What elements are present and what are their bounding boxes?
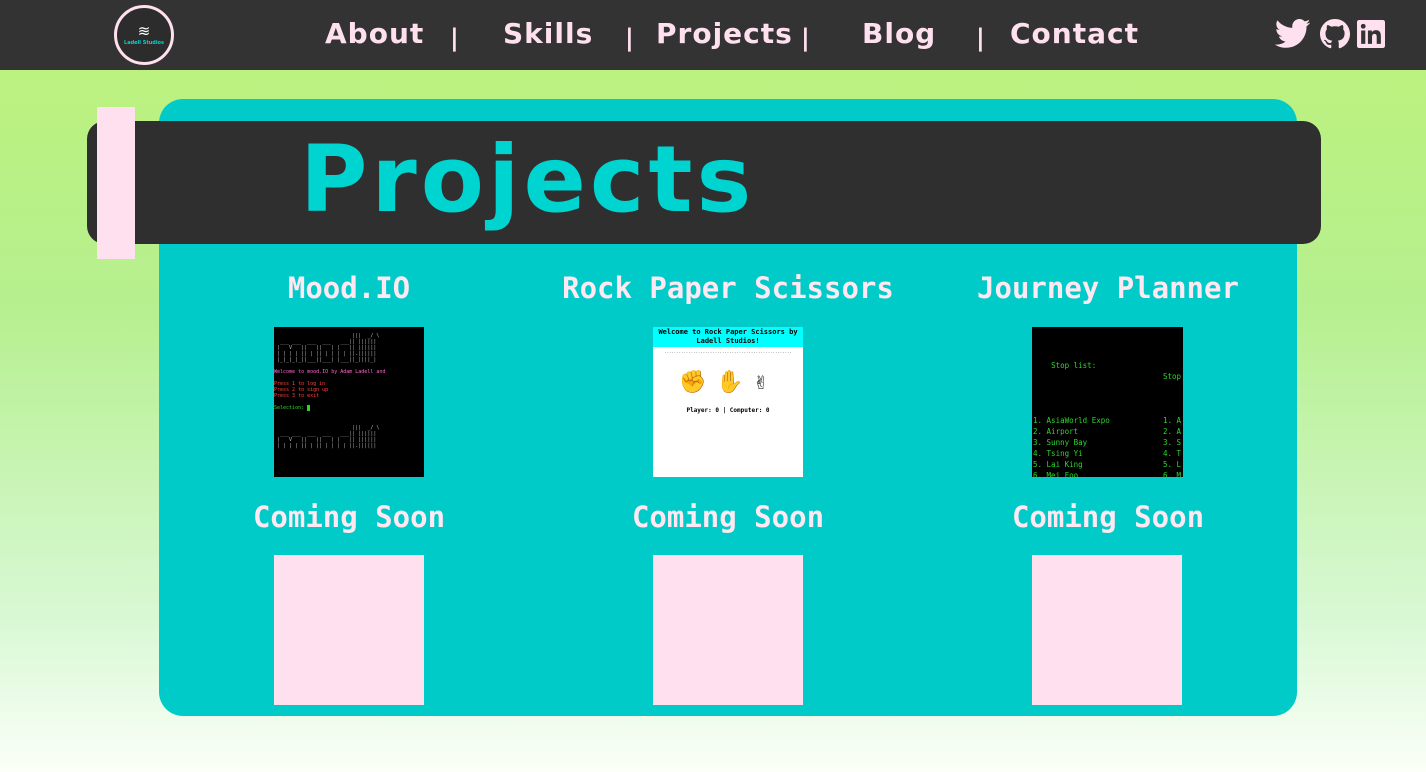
journey-planner-thumbnail[interactable]: Stop list: Stop 1. AsiaWorld Expo 1. A 2. … [1032,327,1183,477]
rps-instructions: ········································… [664,350,792,355]
nav-link-blog[interactable]: Blog [862,14,936,54]
nav-separator: | [450,24,459,52]
project-title: Coming Soon [631,500,825,534]
mood-welcome: Welcome to mood.IO by Adam Ladell and [274,369,386,375]
nav-link-about[interactable]: About [325,14,424,54]
project-title: Coming Soon [1011,500,1205,534]
project-card-title: Journey Planner [918,268,1298,308]
rps-score: Player: 0 | Computer: 0 [686,407,770,414]
mood-prompt: Selection: [274,405,305,411]
journey-stop: 3. Sunny Bay 3. S [1033,438,1182,447]
journey-stop-list: 1. AsiaWorld Expo 1. A 2. Airport 2. A 3. Su… [1033,415,1183,477]
journey-stop: 1. AsiaWorld Expo 1. A [1033,416,1182,425]
navbar: ≋ Ladell Studios About | Skills | Projec… [0,0,1426,70]
project-card-title: Coming Soon [918,497,1298,537]
project-title: Rock Paper Scissors [562,271,894,305]
project-title: Coming Soon [252,500,446,534]
nav-link-projects[interactable]: Projects [656,14,793,54]
project-title: Journey Planner [977,271,1239,305]
mood-io-thumbnail[interactable]: ||| _/ \ ___ ___ ___ ___ ___|| |||||| | … [274,327,424,477]
coming-soon-placeholder [653,555,803,705]
project-card-title: Rock Paper Scissors [538,268,918,308]
journey-header: Stop list: [1051,361,1097,370]
coming-soon-placeholder [1032,555,1182,705]
github-icon[interactable] [1317,16,1353,52]
journey-header-right: Stop [1163,372,1182,381]
nav-separator: | [801,24,810,52]
journey-stop: 6. Mei Foo 6. M [1033,471,1182,477]
nav-link-skills[interactable]: Skills [503,14,593,54]
coming-soon-placeholder [274,555,424,705]
journey-stop: 2. Airport 2. A [1033,427,1182,436]
nav-separator: | [976,24,985,52]
project-title: Mood.IO [287,271,411,305]
nav-link-contact[interactable]: Contact [1010,14,1139,54]
journey-stop: 5. Lai King 5. L [1033,460,1182,469]
logo[interactable]: ≋ Ladell Studios [114,5,174,65]
project-card-title: Mood.IO [159,268,539,308]
linkedin-icon[interactable] [1353,16,1389,52]
rock-paper-scissors-thumbnail[interactable]: Welcome to Rock Paper Scissors by Ladell… [653,327,803,477]
rps-banner: Welcome to Rock Paper Scissors by Ladell… [653,327,803,347]
mood-option: Press 3 to exit [274,393,320,399]
project-card-title: Coming Soon [159,497,539,537]
hand-icons: ✊✋✌ [678,370,778,395]
accent-strip [97,107,135,259]
logo-text: Ladell Studios [124,39,164,46]
project-card-title: Coming Soon [538,497,918,537]
twitter-icon[interactable] [1275,16,1311,52]
nav-separator: | [625,24,634,52]
waves-icon: ≋ [137,21,151,40]
page-title: Projects [300,126,756,233]
journey-stop: 4. Tsing Yi 4. T [1033,449,1182,458]
